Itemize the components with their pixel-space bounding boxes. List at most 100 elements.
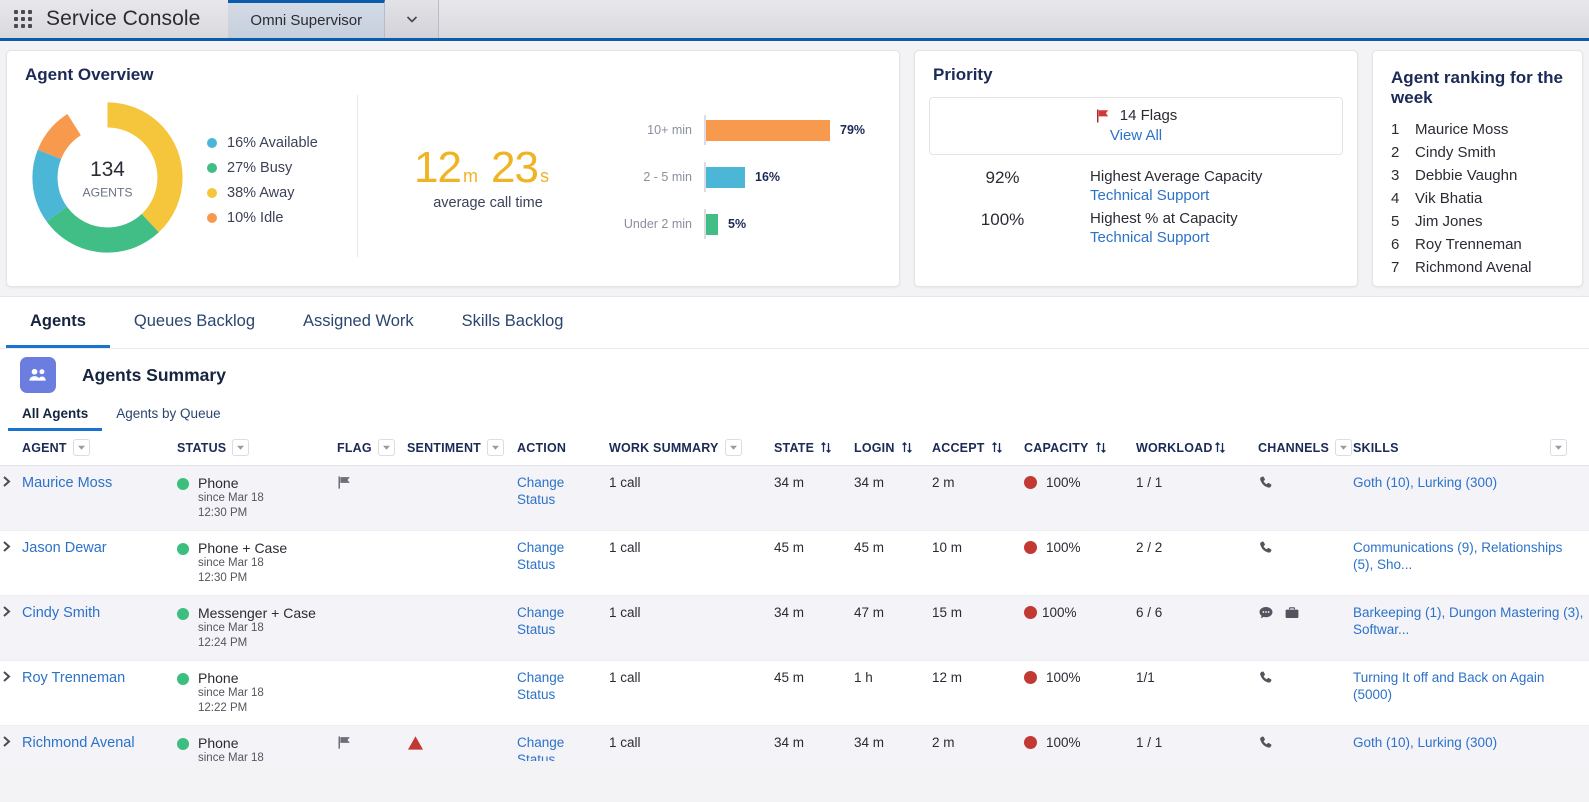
th-flag: FLAG: [337, 431, 407, 466]
sort-icon[interactable]: [1214, 441, 1226, 454]
flag-icon[interactable]: [337, 475, 352, 491]
legend-item: 38% Away: [207, 185, 357, 201]
status-cell: Phone + Case since Mar 18 12:30 PM: [177, 530, 337, 596]
stat-queue-link[interactable]: Technical Support: [1090, 229, 1238, 246]
agents-table-container[interactable]: AGENT STATUS FLAG SENTIMENT ACTION WORK …: [0, 431, 1589, 761]
table-row[interactable]: Richmond Avenal Phone since Mar 18 12:22…: [0, 725, 1589, 761]
app-launcher-icon[interactable]: [0, 0, 46, 38]
expand-cell[interactable]: [0, 725, 22, 761]
column-menu-skills[interactable]: [1550, 439, 1567, 456]
agent-name-link[interactable]: Maurice Moss: [22, 475, 112, 491]
expand-cell[interactable]: [0, 530, 22, 596]
flag-cell[interactable]: [337, 530, 407, 596]
sub-tab-all-agents[interactable]: All Agents: [8, 399, 103, 431]
flag-icon[interactable]: [337, 735, 352, 751]
flag-cell[interactable]: [337, 660, 407, 726]
agent-name-link[interactable]: Roy Trenneman: [22, 670, 125, 686]
list-item[interactable]: 7 Richmond Avenal: [1391, 256, 1582, 279]
table-row[interactable]: Maurice Moss Phone since Mar 18 12:30 PM…: [0, 465, 1589, 531]
chevron-down-icon[interactable]: [385, 0, 440, 38]
sub-tab-agents-by-queue[interactable]: Agents by Queue: [102, 399, 234, 431]
chevron-right-icon[interactable]: [0, 735, 13, 748]
bar-value-label: 5%: [728, 217, 747, 231]
th-action: ACTION: [517, 431, 609, 466]
list-item[interactable]: 5 Jim Jones: [1391, 210, 1582, 233]
th-workload[interactable]: WORKLOAD: [1136, 431, 1258, 466]
skills-link[interactable]: Turning It off and Back on Again (5000): [1353, 670, 1544, 702]
app-header: Service Console Omni Supervisor: [0, 0, 1589, 41]
agent-name-link[interactable]: Cindy Smith: [22, 605, 100, 621]
capacity-value: 100%: [1042, 604, 1077, 620]
column-menu-status[interactable]: [232, 439, 250, 456]
skills-link[interactable]: Goth (10), Lurking (300): [1353, 475, 1497, 490]
list-item[interactable]: 4 Vik Bhatia: [1391, 187, 1582, 210]
chevron-right-icon[interactable]: [0, 605, 13, 618]
rank-number: 3: [1391, 167, 1400, 184]
stat-percent: 100%: [980, 209, 1025, 229]
tab-skills-backlog[interactable]: Skills Backlog: [438, 297, 588, 348]
flag-cell[interactable]: [337, 465, 407, 531]
stat-queue-link[interactable]: Technical Support: [1090, 187, 1262, 204]
rank-agent-name: Cindy Smith: [1415, 144, 1496, 161]
table-row[interactable]: Cindy Smith Messenger + Case since Mar 1…: [0, 595, 1589, 661]
list-item[interactable]: 3 Debbie Vaughn: [1391, 164, 1582, 187]
chevron-right-icon[interactable]: [0, 670, 13, 683]
change-status-link[interactable]: Change Status: [517, 670, 564, 702]
flag-cell[interactable]: [337, 595, 407, 661]
flag-cell[interactable]: [337, 725, 407, 761]
th-skills: SKILLS: [1353, 431, 1589, 466]
change-status-link[interactable]: Change Status: [517, 605, 564, 637]
sort-icon[interactable]: [901, 441, 913, 454]
column-label: ACTION: [517, 440, 567, 455]
list-item[interactable]: 6 Roy Trenneman: [1391, 233, 1582, 256]
change-status-link[interactable]: Change Status: [517, 735, 564, 761]
skills-link[interactable]: Barkeeping (1), Dungon Mastering (3), So…: [1353, 605, 1583, 637]
chevron-right-icon[interactable]: [0, 540, 13, 553]
login-cell: 1 h: [854, 660, 932, 726]
th-login[interactable]: LOGIN: [854, 431, 932, 466]
change-status-link[interactable]: Change Status: [517, 540, 564, 572]
console-tab-omni-supervisor[interactable]: Omni Supervisor: [228, 0, 386, 38]
tab-agents[interactable]: Agents: [6, 297, 110, 348]
accept-cell: 10 m: [932, 530, 1024, 596]
th-channels: CHANNELS: [1258, 431, 1353, 466]
capacity-value: 100%: [1046, 475, 1081, 490]
capacity-cell: 100%: [1024, 660, 1136, 726]
column-menu-agent[interactable]: [72, 439, 90, 456]
status-since: since Mar 18: [198, 687, 264, 699]
table-row[interactable]: Roy Trenneman Phone since Mar 18 12:22 P…: [0, 660, 1589, 726]
change-status-link[interactable]: Change Status: [517, 475, 564, 507]
expand-cell[interactable]: [0, 595, 22, 661]
status-dot-available: [177, 672, 189, 685]
work-summary-cell: 1 call: [609, 465, 774, 531]
agent-name-link[interactable]: Richmond Avenal: [22, 735, 135, 751]
table-row[interactable]: Jason Dewar Phone + Case since Mar 18 12…: [0, 530, 1589, 596]
skills-link[interactable]: Communications (9), Relationships (5), S…: [1353, 540, 1562, 572]
th-state[interactable]: STATE: [774, 431, 854, 466]
column-menu-channels[interactable]: [1335, 439, 1353, 456]
work-summary-cell: 1 call: [609, 725, 774, 761]
expand-cell[interactable]: [0, 660, 22, 726]
skills-link[interactable]: Goth (10), Lurking (300): [1353, 735, 1497, 750]
expand-cell[interactable]: [0, 465, 22, 531]
sort-icon[interactable]: [1095, 441, 1107, 454]
th-accept[interactable]: ACCEPT: [932, 431, 1024, 466]
stat-label: Highest Average Capacity: [1090, 168, 1263, 185]
phone-icon: [1260, 736, 1272, 748]
th-capacity[interactable]: CAPACITY: [1024, 431, 1136, 466]
chevron-right-icon[interactable]: [0, 475, 13, 488]
tab-queues-backlog[interactable]: Queues Backlog: [110, 297, 279, 348]
column-menu-flag[interactable]: [377, 439, 395, 456]
agent-name-link[interactable]: Jason Dewar: [22, 540, 107, 556]
priority-stat-row: 100% Highest % at Capacity Technical Sup…: [915, 204, 1357, 246]
column-menu-sentiment[interactable]: [487, 439, 505, 456]
tab-assigned-work[interactable]: Assigned Work: [279, 297, 438, 348]
view-all-flags-link[interactable]: View All: [930, 127, 1342, 144]
column-label: FLAG: [337, 440, 372, 455]
column-menu-work-summary[interactable]: [724, 439, 742, 456]
sort-icon[interactable]: [991, 441, 1003, 454]
list-item[interactable]: 1 Maurice Moss: [1391, 118, 1582, 141]
rank-number: 1: [1391, 121, 1400, 138]
list-item[interactable]: 2 Cindy Smith: [1391, 141, 1582, 164]
sort-icon[interactable]: [820, 441, 832, 454]
